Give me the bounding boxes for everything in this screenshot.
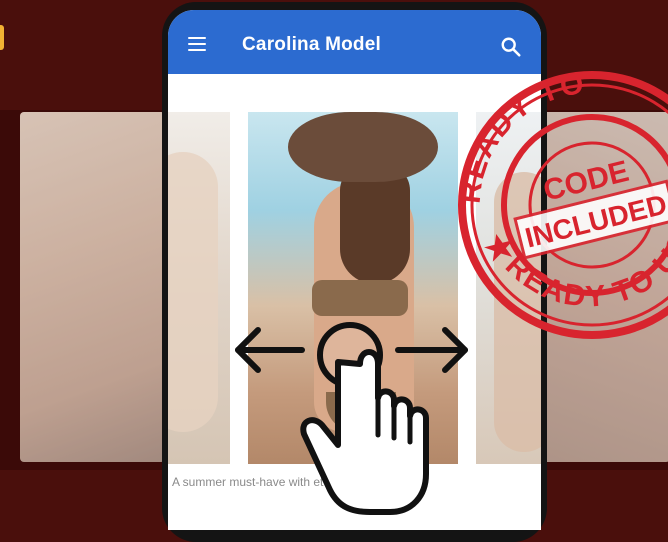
carousel-card-previous[interactable]: [168, 112, 230, 464]
ready-to-use-stamp: READY TO READY TO USE CODE INCLUDED: [452, 65, 668, 339]
hamburger-menu-icon[interactable]: [188, 37, 206, 51]
accent-marker: [0, 25, 4, 50]
swipe-hand-icon: [235, 322, 468, 515]
app-title: Carolina Model: [242, 34, 381, 55]
background-photo-left: [20, 112, 165, 462]
